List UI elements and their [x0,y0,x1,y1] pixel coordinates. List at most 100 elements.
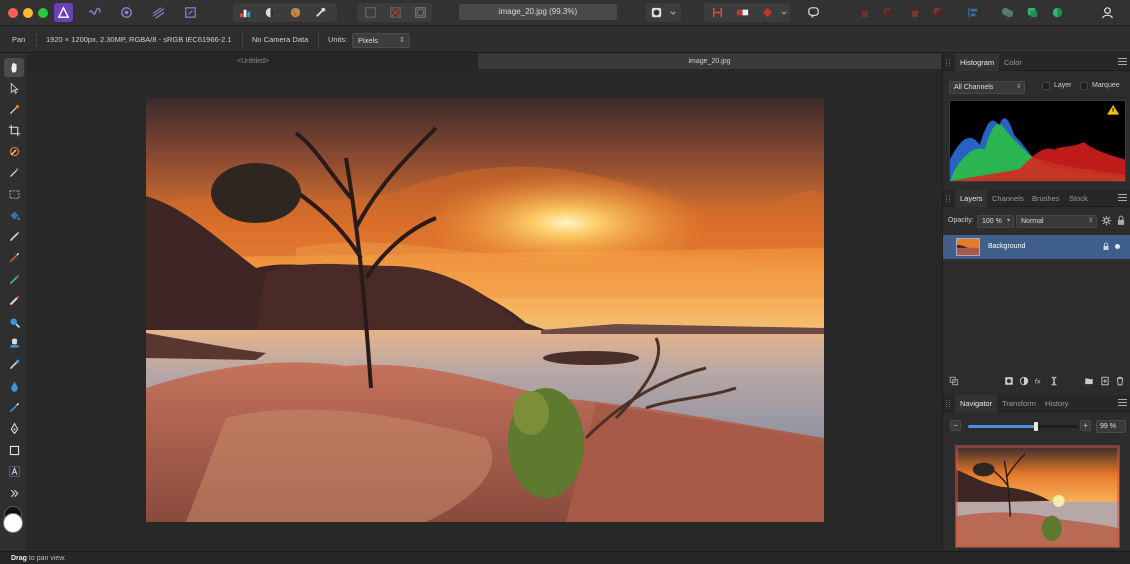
move-tool-icon[interactable] [4,79,24,98]
panel-menu-icon[interactable] [1118,194,1127,202]
arrange-forward-icon[interactable] [904,3,923,22]
color-picker-tool-icon[interactable] [4,100,24,119]
crop-tool-icon[interactable] [4,121,24,140]
gear-icon[interactable] [1101,215,1112,226]
assistant-icon[interactable] [758,3,777,22]
liquify-persona-icon[interactable] [85,3,104,22]
auto-white-balance-icon[interactable] [311,3,330,22]
layer-options-icon[interactable] [949,376,959,386]
blur-brush-tool-icon[interactable] [4,377,24,396]
select-all-icon[interactable] [361,3,380,22]
photo-persona-icon[interactable] [54,3,73,22]
mixer-brush-tool-icon[interactable] [4,270,24,289]
panel-grip-icon[interactable] [946,400,950,407]
zoom-slider-handle[interactable] [1034,422,1039,431]
flood-fill-tool-icon[interactable] [4,206,24,225]
pen-tool-icon[interactable] [4,419,24,438]
tab-color[interactable]: Color [1004,58,1022,67]
pan-tool-icon[interactable] [4,58,24,77]
text-tool-icon[interactable] [4,462,24,481]
layer-checkbox[interactable] [1042,82,1050,90]
snapping-icon[interactable] [708,3,727,22]
selection-brush-tool-icon[interactable] [4,142,24,161]
zoom-in-button[interactable]: + [1080,420,1091,431]
account-icon[interactable] [1098,3,1117,22]
speech-bubble-icon[interactable] [804,3,823,22]
chevron-down-icon[interactable] [667,3,679,22]
adjustment-layer-icon[interactable] [1019,376,1029,386]
chevron-down-icon[interactable] [778,3,790,22]
folder-icon[interactable] [1084,376,1094,386]
tab-transform[interactable]: Transform [1002,399,1036,408]
tab-history[interactable]: History [1045,399,1068,408]
tone-mapping-persona-icon[interactable] [149,3,168,22]
export-persona-icon[interactable] [181,3,200,22]
smudge-brush-tool-icon[interactable] [4,398,24,417]
mask-layer-icon[interactable] [1004,376,1014,386]
auto-contrast-icon[interactable] [261,3,280,22]
tab-stock[interactable]: Stock [1069,194,1088,203]
dodge-brush-tool-icon[interactable] [4,313,24,332]
sunset-photo[interactable] [146,98,824,522]
more-tools-icon[interactable] [4,484,24,503]
layer-checkbox-label: Layer [1054,82,1072,89]
minimize-window-button[interactable] [23,8,33,18]
clone-brush-tool-icon[interactable] [4,334,24,353]
invert-selection-icon[interactable] [411,3,430,22]
live-filter-icon[interactable] [1049,376,1059,386]
layer-drag-handle-icon[interactable] [946,243,950,250]
document-tab-untitled[interactable]: <Untitled> [29,54,477,69]
foreground-color-swatch[interactable] [3,513,23,533]
deselect-icon[interactable] [386,3,405,22]
channel-select[interactable]: All Channels ⇕ [949,81,1025,94]
rectangle-tool-icon[interactable] [4,441,24,460]
quick-mask-icon[interactable] [647,3,666,22]
arrange-backward-icon[interactable] [879,3,898,22]
auto-colors-icon[interactable] [286,3,305,22]
levels-icon[interactable] [236,3,255,22]
layer-row-background[interactable]: Background [943,235,1130,259]
trash-icon[interactable] [1115,376,1125,386]
paint-brush-tool-icon[interactable] [4,227,24,246]
erase-brush-tool-icon[interactable] [4,291,24,310]
canvas-area[interactable] [29,69,941,550]
panel-grip-icon[interactable] [946,59,950,66]
lock-icon[interactable] [1116,215,1126,226]
tab-brushes[interactable]: Brushes [1032,194,1060,203]
align-icon[interactable] [964,3,983,22]
boolean-subtract-icon[interactable] [1023,3,1042,22]
layer-visibility-dot[interactable] [1115,244,1120,249]
boolean-add-icon[interactable] [998,3,1017,22]
blend-mode-select[interactable]: Normal ⇕ [1016,215,1097,228]
develop-persona-icon[interactable] [117,3,136,22]
zoom-value-field[interactable]: 99 % [1096,420,1126,433]
mirror-icon[interactable] [733,3,752,22]
document-tab-image[interactable]: image_20.jpg [478,54,941,69]
panel-menu-icon[interactable] [1118,399,1127,407]
navigator-preview[interactable] [955,445,1120,548]
panel-grip-icon[interactable] [946,195,950,202]
marquee-tool-icon[interactable] [4,185,24,204]
zoom-out-button[interactable]: − [950,420,961,431]
fx-icon[interactable]: fx [1034,376,1044,386]
tab-histogram[interactable]: Histogram [960,58,994,67]
marquee-checkbox[interactable] [1080,82,1088,90]
tab-channels[interactable]: Channels [992,194,1024,203]
color-replacement-brush-icon[interactable] [4,248,24,267]
panel-menu-icon[interactable] [1118,58,1127,66]
layer-lock-icon[interactable] [1102,242,1110,251]
arrange-back-icon[interactable] [854,3,873,22]
units-select[interactable]: Pixels ⇕ [352,33,410,48]
healing-brush-tool-icon[interactable] [4,355,24,374]
opacity-field[interactable]: 100 % ▾ [977,215,1014,228]
boolean-intersect-icon[interactable] [1048,3,1067,22]
arrange-front-icon[interactable] [929,3,948,22]
flood-select-tool-icon[interactable] [4,163,24,182]
zoom-slider[interactable] [968,422,1078,431]
zoom-window-button[interactable] [38,8,48,18]
histogram-graph [949,100,1126,182]
tab-navigator[interactable]: Navigator [960,399,992,408]
close-window-button[interactable] [8,8,18,18]
add-layer-icon[interactable] [1100,376,1110,386]
tab-layers[interactable]: Layers [960,194,983,203]
